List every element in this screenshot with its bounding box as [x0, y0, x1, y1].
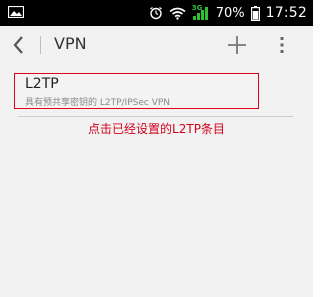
action-bar: VPN	[0, 26, 313, 65]
vpn-item-l2tp[interactable]: L2TP 具有预共享密钥的 L2TP/IPSec VPN	[14, 73, 259, 109]
add-icon[interactable]	[226, 34, 248, 56]
battery-percent: 70%	[215, 5, 245, 21]
list-divider	[18, 116, 293, 117]
vpn-item-description: 具有预共享密钥的 L2TP/IPSec VPN	[25, 98, 171, 108]
battery-icon	[250, 5, 260, 21]
action-bar-divider	[40, 36, 41, 54]
page-title: VPN	[54, 34, 87, 53]
wifi-icon	[169, 7, 186, 20]
instruction-annotation: 点击已经设置的L2TP条目	[88, 122, 225, 136]
screen: 3G 70% 17:52 VPN L2TP 具有预共享密钥的 L2TP/IPSe…	[0, 0, 313, 297]
signal-icon: 3G	[191, 4, 210, 20]
back-icon[interactable]	[10, 34, 28, 56]
alarm-icon	[149, 6, 163, 20]
clock-time: 17:52	[265, 5, 307, 21]
vpn-item-name: L2TP	[25, 76, 59, 92]
image-icon	[8, 6, 24, 18]
more-icon[interactable]	[276, 34, 288, 56]
vpn-list: L2TP 具有预共享密钥的 L2TP/IPSec VPN 点击已经设置的L2TP…	[0, 64, 313, 297]
status-bar: 3G 70% 17:52	[0, 0, 313, 26]
network-type-label: 3G	[191, 4, 203, 12]
status-right-group: 3G 70% 17:52	[149, 0, 307, 26]
